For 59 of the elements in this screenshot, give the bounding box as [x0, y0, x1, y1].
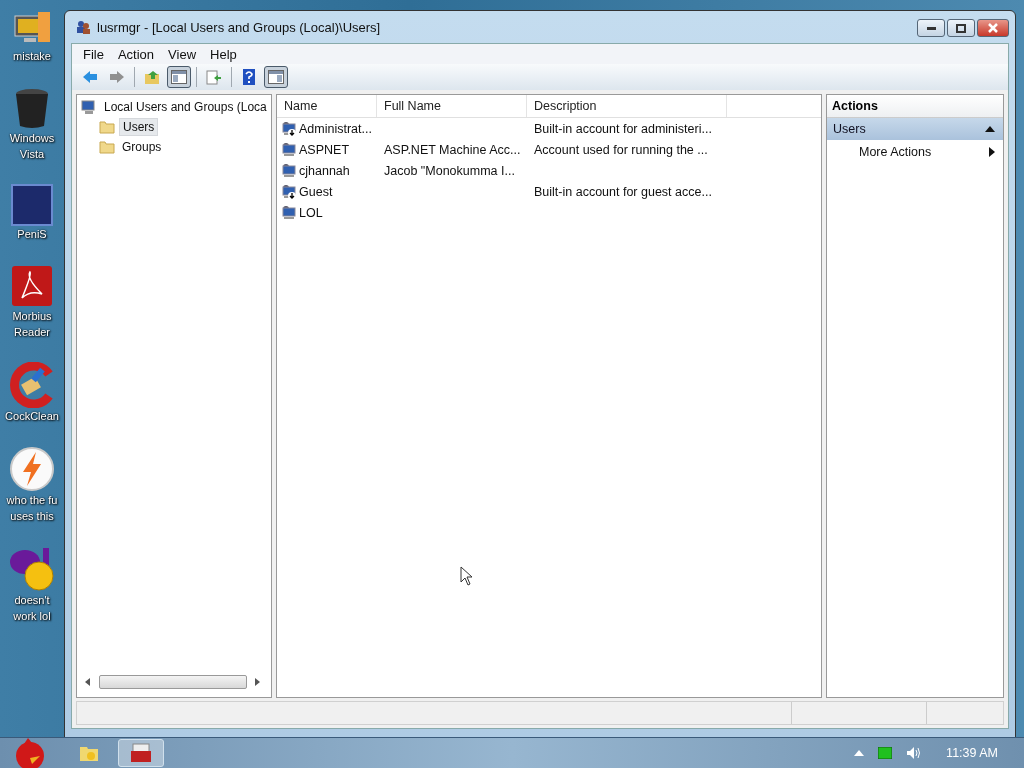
desktop-icon-label[interactable]: CockClean [5, 408, 59, 424]
action-pane-icon [268, 70, 284, 84]
menu-item[interactable]: Help [203, 46, 244, 62]
minimize-icon [926, 26, 936, 30]
folder-icon [99, 120, 115, 134]
tree-item[interactable]: Groups [119, 139, 165, 155]
user-name[interactable]: cjhannah [299, 163, 350, 178]
desktop-icon-label[interactable]: doesn't work lol [13, 592, 51, 624]
window-title: lusrmgr - [Local Users and Groups (Local)\Users] [97, 19, 381, 35]
column-header[interactable]: Full Name [377, 95, 527, 117]
folder-up-icon [144, 69, 160, 85]
table-cell: Account used for running the ... [534, 142, 708, 157]
desktop-icon-label[interactable]: Windows Vista [9, 130, 55, 162]
document-app-icon[interactable] [10, 264, 54, 308]
folder-icon [79, 744, 99, 762]
desktop-icon-label[interactable]: PeniS [17, 226, 47, 242]
console-tree-icon [171, 70, 187, 84]
desktop-icon-label[interactable]: Morbius Reader [12, 308, 52, 340]
lightning-icon[interactable] [9, 446, 55, 492]
export-list-icon [206, 69, 222, 85]
brush-icon[interactable] [9, 362, 55, 408]
tree-item[interactable]: Users [119, 118, 159, 136]
toolbox-icon [130, 743, 152, 763]
column-header[interactable]: Description [527, 95, 727, 117]
desktop-icon-label[interactable]: mistake [13, 48, 51, 64]
menu-item[interactable]: File [76, 46, 111, 62]
show-hidden-icons-icon[interactable] [854, 750, 865, 756]
tree-item[interactable]: Local Users and Groups (Loca [101, 99, 270, 115]
submenu-arrow-icon [989, 147, 995, 157]
forward-arrow-icon [109, 70, 125, 84]
scroll-right-icon [255, 678, 261, 686]
menu-item[interactable]: View [161, 46, 204, 62]
table-cell: Jacob "Monokumma I... [384, 163, 515, 178]
minimize-button[interactable] [917, 19, 945, 37]
column-header[interactable]: Name [277, 95, 377, 117]
user-name[interactable]: ASPNET [299, 142, 349, 157]
table-cell: Built-in account for administeri... [534, 121, 712, 136]
toolbar-button[interactable] [167, 66, 191, 88]
app-icon[interactable] [11, 184, 53, 226]
table-cell: ASP.NET Machine Acc... [384, 142, 521, 157]
speaker-icon[interactable] [906, 746, 923, 760]
help-icon [243, 69, 255, 85]
back-arrow-icon [82, 70, 98, 84]
scroll-left-icon [85, 678, 91, 686]
action-item[interactable]: More Actions [827, 140, 1003, 163]
action-section-header[interactable]: Users [827, 118, 1003, 140]
collapse-icon [985, 126, 995, 132]
maximize-icon [956, 23, 966, 33]
table-cell: Built-in account for guest acce... [534, 184, 712, 199]
menu-item[interactable]: Action [110, 46, 162, 62]
close-icon [988, 23, 998, 33]
folder-icon [99, 140, 115, 154]
close-button[interactable] [977, 19, 1009, 37]
toolbar-button[interactable] [264, 66, 288, 88]
user-name[interactable]: LOL [299, 205, 323, 220]
mouse-cursor-icon [460, 566, 473, 586]
maximize-button[interactable] [947, 19, 975, 37]
desktop-icon-label[interactable]: who the fu uses this [6, 492, 58, 524]
taskbar-button[interactable] [118, 739, 164, 767]
